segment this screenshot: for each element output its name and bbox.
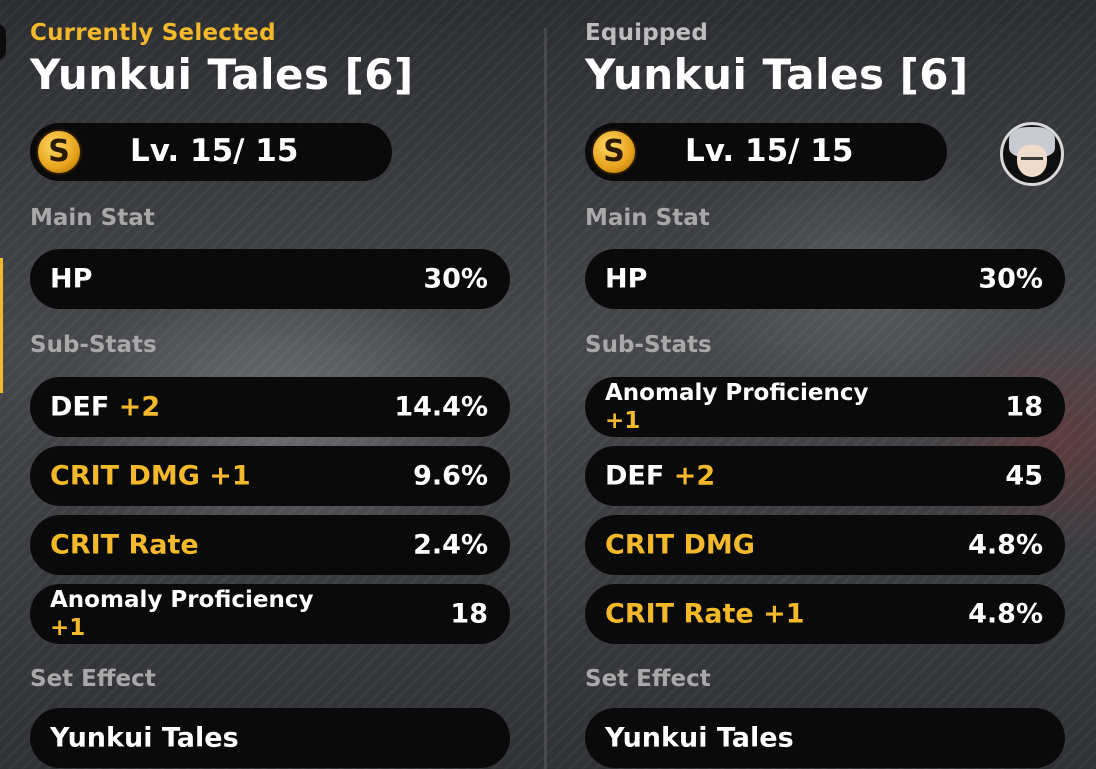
left-edge-tab <box>0 24 6 60</box>
equipped-label: Equipped <box>585 20 709 46</box>
sub-stat-value: 18 <box>1005 391 1043 423</box>
sub-stat-name: Anomaly Proficiency +1 <box>50 587 314 641</box>
sub-stat-row: DEF +2 14.4% <box>30 377 510 437</box>
sub-stat-name: CRIT Rate +1 <box>605 598 805 630</box>
sub-stat-row: CRIT Rate +1 4.8% <box>585 584 1065 644</box>
sub-stat-name: Anomaly Proficiency +1 <box>605 380 869 434</box>
set-effect-row[interactable]: Yunkui Tales <box>30 708 510 768</box>
main-stat-row: HP 30% <box>30 249 510 309</box>
currently-selected-label: Currently Selected <box>30 20 276 46</box>
main-stat-label: Main Stat <box>30 205 155 231</box>
sub-stat-row: Anomaly Proficiency +1 18 <box>585 377 1065 437</box>
sub-stat-value: 9.6% <box>413 460 488 492</box>
main-stat-row: HP 30% <box>585 249 1065 309</box>
sub-stat-value: 4.8% <box>968 598 1043 630</box>
sub-stat-name: CRIT DMG +1 <box>50 460 251 492</box>
sub-stats-label: Sub-Stats <box>585 332 712 358</box>
level-text: Lv. 15/ 15 <box>685 133 854 169</box>
sub-stat-row: DEF +2 45 <box>585 446 1065 506</box>
disc-title: Yunkui Tales [6] <box>30 50 414 99</box>
sub-stat-name: DEF +2 <box>605 460 716 492</box>
level-text: Lv. 15/ 15 <box>130 133 299 169</box>
sub-stat-value: 18 <box>450 598 488 630</box>
set-effect-row[interactable]: Yunkui Tales <box>585 708 1065 768</box>
sub-stat-name: CRIT DMG <box>605 529 755 561</box>
sub-stats-label: Sub-Stats <box>30 332 157 358</box>
sub-stat-row: CRIT DMG +1 9.6% <box>30 446 510 506</box>
set-effect-label: Set Effect <box>30 666 156 692</box>
selection-accent-bar <box>0 258 3 393</box>
disc-title: Yunkui Tales [6] <box>585 50 969 99</box>
sub-stat-row: Anomaly Proficiency +1 18 <box>30 584 510 644</box>
sub-stat-row: CRIT Rate 2.4% <box>30 515 510 575</box>
main-stat-value: 30% <box>978 263 1043 295</box>
sub-stat-value: 45 <box>1005 460 1043 492</box>
sub-stat-value: 14.4% <box>394 391 488 423</box>
character-avatar-icon[interactable] <box>1000 122 1064 186</box>
sub-stat-name: CRIT Rate <box>50 529 199 561</box>
set-effect-name: Yunkui Tales <box>605 722 794 754</box>
sub-stat-value: 2.4% <box>413 529 488 561</box>
main-stat-value: 30% <box>423 263 488 295</box>
main-stat-name: HP <box>50 263 93 295</box>
set-effect-label: Set Effect <box>585 666 711 692</box>
main-stat-label: Main Stat <box>585 205 710 231</box>
level-pill: S Lv. 15/ 15 <box>30 123 392 181</box>
set-effect-name: Yunkui Tales <box>50 722 239 754</box>
sub-stat-row: CRIT DMG 4.8% <box>585 515 1065 575</box>
s-rank-badge-icon: S <box>591 129 637 175</box>
sub-stat-value: 4.8% <box>968 529 1043 561</box>
sub-stat-name: DEF +2 <box>50 391 161 423</box>
panel-divider <box>544 28 547 769</box>
s-rank-badge-icon: S <box>36 129 82 175</box>
level-pill: S Lv. 15/ 15 <box>585 123 947 181</box>
main-stat-name: HP <box>605 263 648 295</box>
